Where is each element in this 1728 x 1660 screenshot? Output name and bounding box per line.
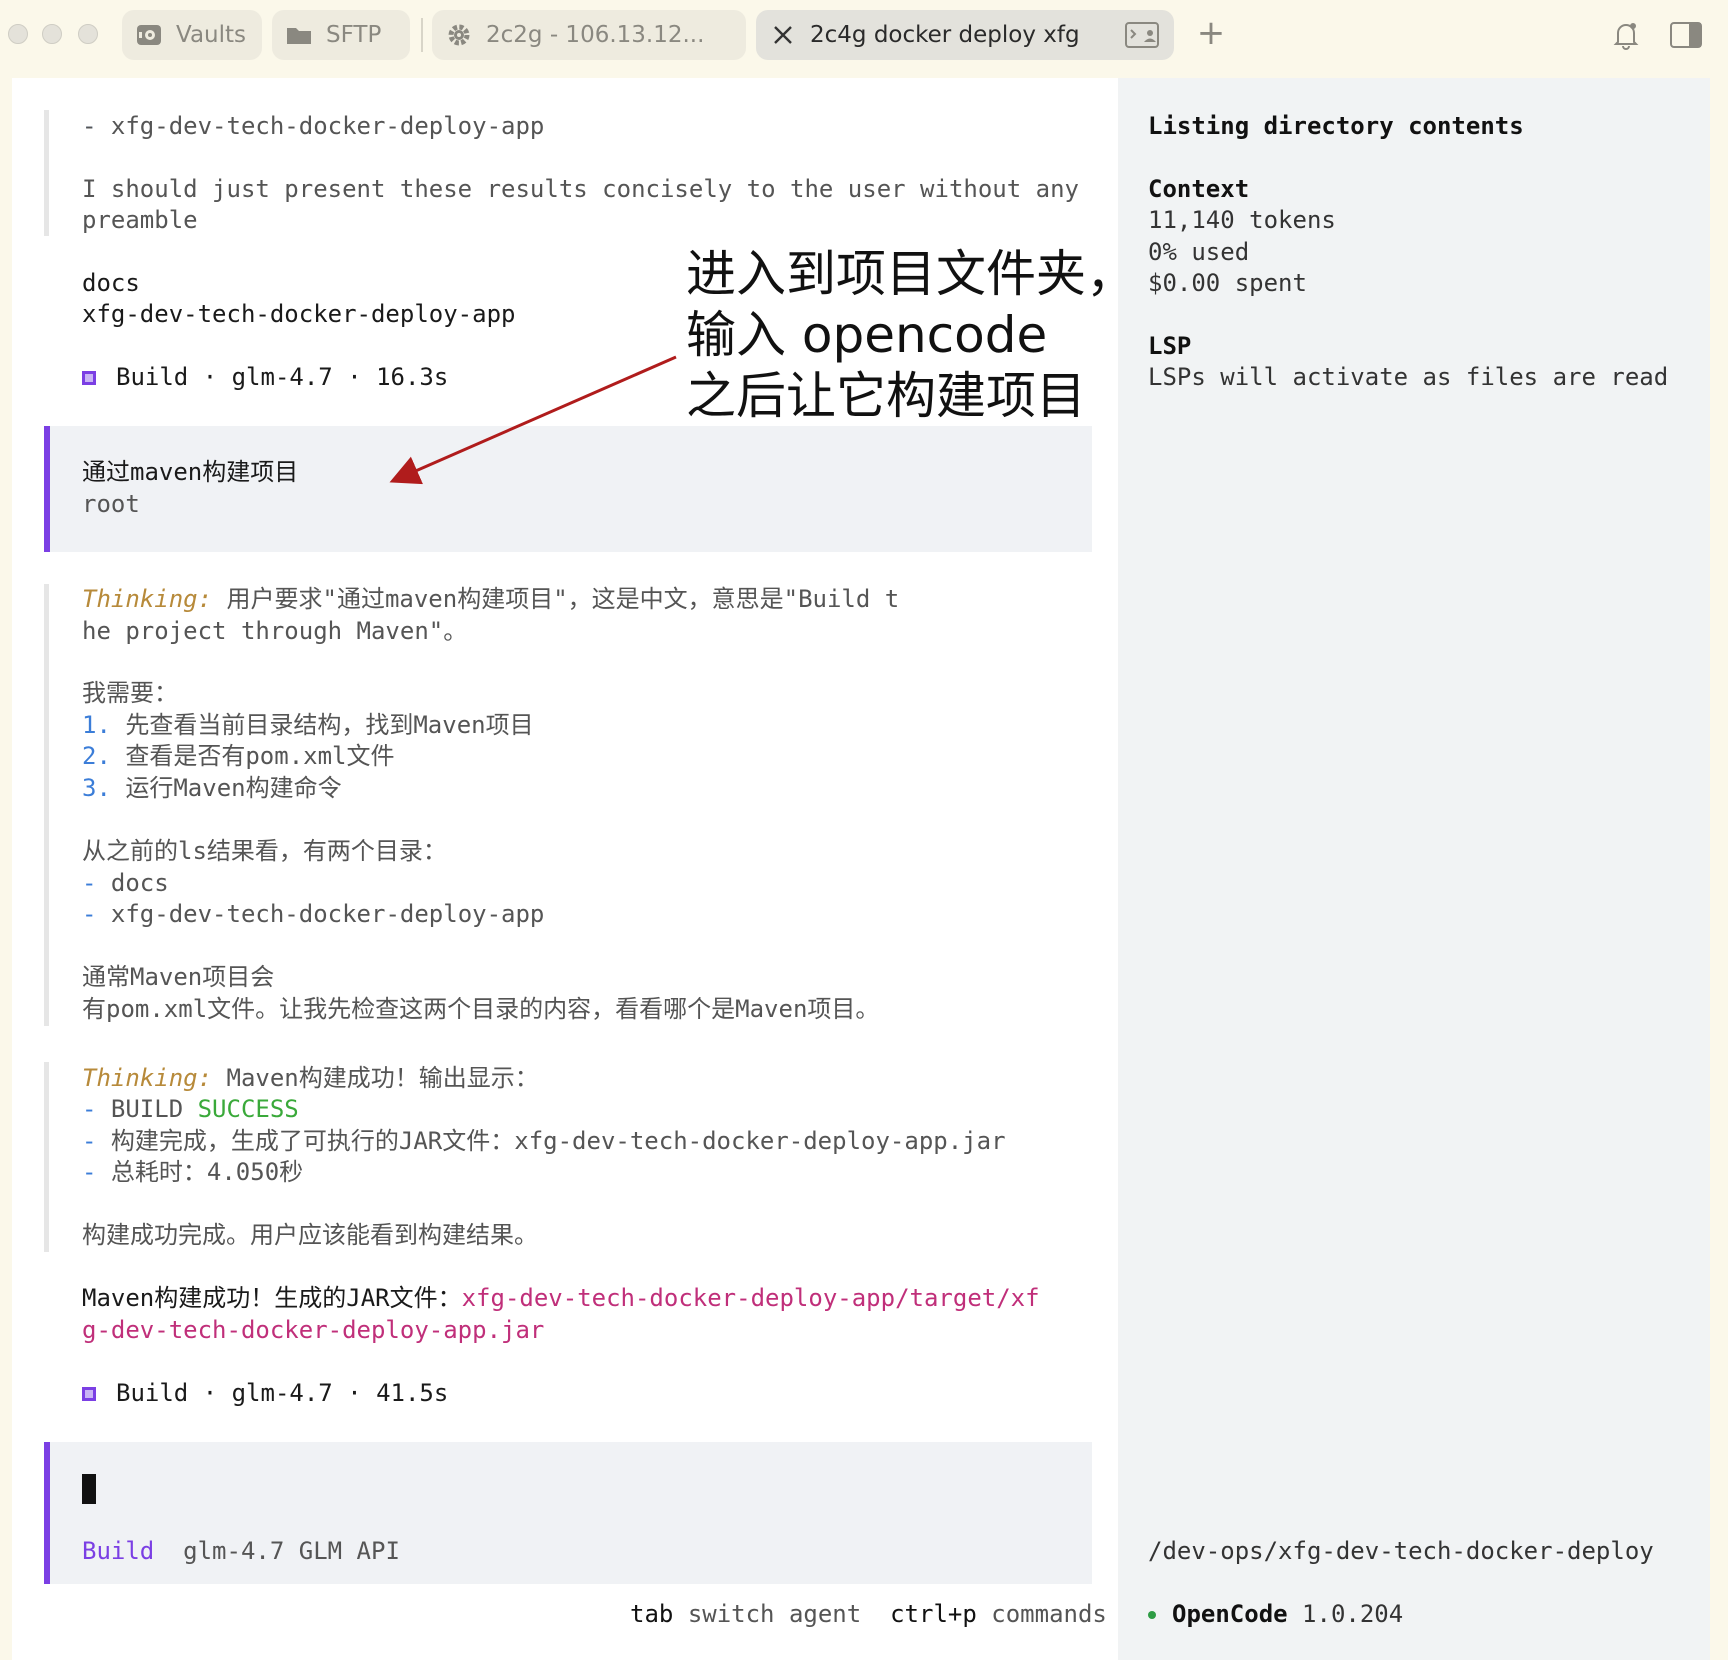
annotation-text: 进入到项目文件夹， 输入 opencode 之后让它构建项目 [686,245,1136,425]
build-agent-icon [82,1387,96,1401]
title-bar: Vaults SFTP 2c2g - 106.13.12... 2c4g doc… [0,0,1728,70]
thinking-line: Thinking: Maven构建成功！输出显示： [82,1064,539,1092]
thinking-line: he project through Maven"。 [82,617,468,645]
success-text: SUCCESS [197,1095,299,1123]
context-tokens: 11,140 tokens [1148,206,1336,234]
agent-selector: Build [82,1537,155,1565]
result-line: docs [82,269,140,297]
tab-label: 2c4g docker deploy xfg [810,22,1080,48]
list-item: - xfg-dev-tech-docker-deploy-app [82,900,545,928]
reasoning-bar [44,1062,49,1252]
thinking-line: 有pom.xml文件。让我先检查这两个目录的内容，看看哪个是Maven项目。 [82,995,880,1023]
gear-icon [446,22,472,48]
tab-label: Vaults [176,22,247,48]
new-tab-button[interactable]: + [1196,16,1226,50]
sidebar-toggle-icon[interactable] [1670,22,1702,48]
window-close-button[interactable] [8,24,28,44]
list-item: - 构建完成，生成了可执行的JAR文件：xfg-dev-tech-docker-… [82,1127,1006,1155]
sidebar-title: Listing directory contents [1148,112,1524,140]
model-label: glm-4.7 GLM API [183,1537,400,1565]
jar-path-link[interactable]: g-dev-tech-docker-deploy-app.jar [82,1315,544,1346]
tab-sftp[interactable]: SFTP [272,10,410,60]
tab-label: SFTP [326,22,382,48]
tab-label: 2c2g - 106.13.12... [486,22,705,48]
thinking-line: 我需要： [82,679,178,707]
tab-2c4g-docker-deploy[interactable]: 2c4g docker deploy xfg [756,10,1174,60]
list-item: - docs [82,869,169,897]
user-prompt-text: 通过maven构建项目 [82,458,299,486]
lsp-label: LSP [1148,332,1192,360]
list-item: 2. 查看是否有pom.xml文件 [82,742,395,770]
vault-icon [136,22,162,48]
user-prompt-author: root [82,490,140,518]
context-spent: $0.00 spent [1148,269,1307,297]
reasoning-bar [44,584,49,1026]
window-minimize-button[interactable] [42,24,62,44]
input-status: Build glm-4.7 GLM API [82,1536,400,1567]
text-cursor [82,1474,96,1504]
jar-path-link: xfg-dev-tech-docker-deploy-app/target/xf [461,1284,1040,1312]
list-item: 1. 先查看当前目录结构，找到Maven项目 [82,711,534,739]
session-sidebar [1118,78,1710,1660]
tab-2c2g[interactable]: 2c2g - 106.13.12... [432,10,746,60]
build-agent-icon [82,371,96,385]
list-item: 3. 运行Maven构建命令 [82,774,342,802]
terminal-user-icon [1124,22,1160,48]
thinking-line: Thinking: 用户要求"通过maven构建项目"，这是中文，意思是"Bui… [82,585,900,613]
notification-bell-icon[interactable] [1612,20,1640,50]
window-zoom-button[interactable] [78,24,98,44]
working-directory: /dev-ops/xfg-dev-tech-docker-deploy [1148,1537,1654,1565]
context-label: Context [1148,175,1250,203]
reasoning-text: preamble [82,206,198,234]
thinking-line: 构建成功完成。用户应该能看到构建结果。 [82,1221,538,1249]
list-item-app: - xfg-dev-tech-docker-deploy-app [82,112,545,140]
thinking-line: 通常Maven项目会 [82,963,275,991]
list-item: - 总耗时：4.050秒 [82,1158,304,1186]
build-status: Build · glm-4.7 · 16.3s [82,362,448,393]
shortcut-hints: tab switch agent ctrl+p commands [630,1600,1107,1628]
tab-divider [421,18,423,52]
thinking-line: 从之前的ls结果看，有两个目录： [82,837,447,865]
status-dot [1148,1611,1156,1619]
lsp-status: LSPs will activate as files are read [1148,363,1669,391]
list-item: - BUILD SUCCESS [82,1095,299,1123]
close-icon[interactable] [770,22,796,48]
app-version: OpenCode 1.0.204 [1148,1599,1403,1630]
reasoning-text: I should just present these results conc… [82,175,1079,203]
context-used: 0% used [1148,238,1250,266]
assistant-response: Maven构建成功！生成的JAR文件：xfg-dev-tech-docker-d… [82,1284,1040,1312]
result-line: xfg-dev-tech-docker-deploy-app [82,300,516,328]
reasoning-bar [44,110,49,236]
build-status: Build · glm-4.7 · 41.5s [82,1378,448,1409]
folder-icon [286,22,312,48]
user-prompt-box [44,426,1092,552]
tab-vaults[interactable]: Vaults [122,10,262,60]
